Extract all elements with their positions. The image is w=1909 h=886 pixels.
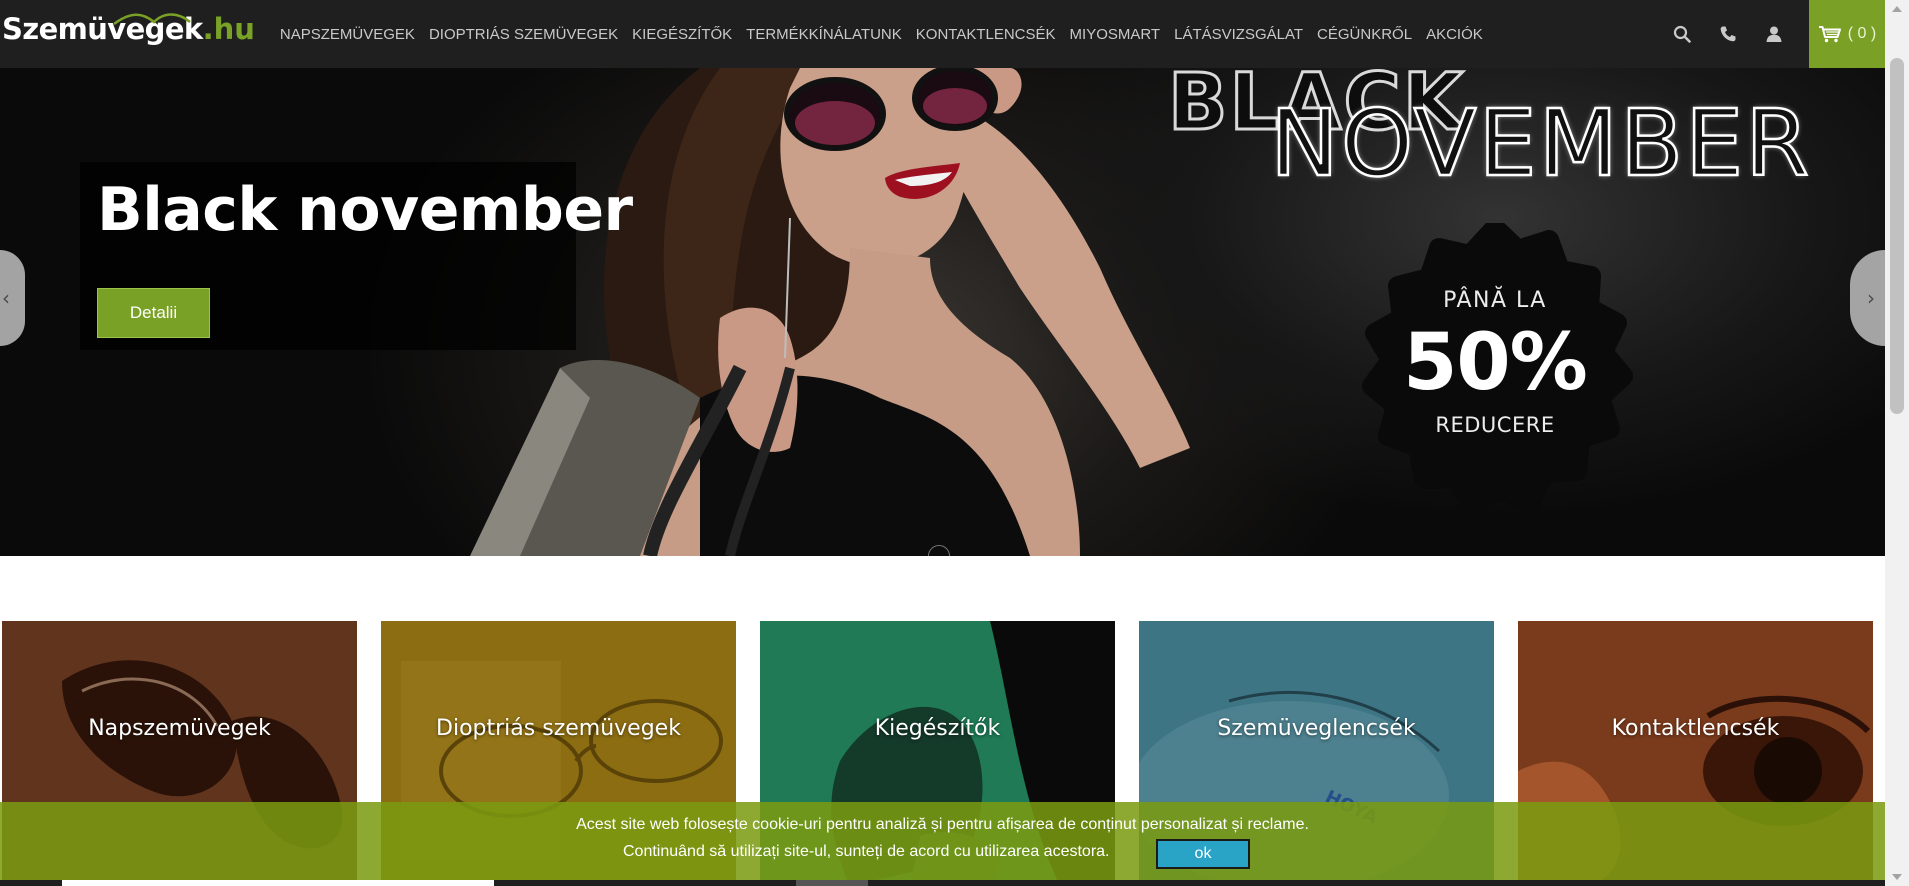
cart-count: ( 0 ): [1847, 25, 1877, 42]
nav-item-napszemuvegek[interactable]: NAPSZEMÜVEGEK: [273, 26, 422, 43]
category-label: Dioptriás szemüvegek: [436, 716, 681, 741]
logo-text: Szemüvegek: [2, 12, 203, 46]
logo-tld: .hu: [202, 12, 255, 46]
badge-bottom-text: REDUCERE: [1435, 413, 1555, 437]
scrollbar[interactable]: [1885, 0, 1909, 886]
hero-title: Black november: [97, 175, 633, 245]
cookie-banner: Acest site web folosește cookie-uri pent…: [0, 802, 1885, 880]
category-label: Kontaktlencsék: [1611, 716, 1780, 741]
category-label: Napszemüvegek: [88, 716, 271, 741]
nav-item-dioptrias-szemuvegek[interactable]: DIOPTRIÁS SZEMÜVEGEK: [422, 26, 625, 43]
nav-item-miyosmart[interactable]: MIYOSMART: [1063, 26, 1168, 43]
banner-november-text: NOVEMBER: [1269, 89, 1812, 199]
chevron-left-icon: ‹: [2, 286, 10, 310]
logo-swoosh-icon: [113, 13, 191, 26]
page: Szemüvegek .hu NAPSZEMÜVEGEK DIOPTRIÁS S…: [0, 0, 1909, 886]
nav-item-latasvizsgalat[interactable]: LÁTÁSVIZSGÁLAT: [1167, 26, 1310, 43]
cookie-message-line1: Acest site web folosește cookie-uri pent…: [576, 816, 1309, 833]
phone-icon[interactable]: [1705, 0, 1751, 68]
scroll-up-icon[interactable]: [1885, 0, 1909, 18]
hero-slider: Black november Detalii BLACK NOVEMBER PÂ…: [0, 68, 1885, 556]
nav-item-kiegeszitok[interactable]: KIEGÉSZÍTŐK: [625, 26, 739, 43]
cart-icon: [1818, 26, 1841, 43]
category-label: Szemüveglencsék: [1217, 716, 1416, 741]
header-tools: [1659, 0, 1797, 68]
slider-prev-button[interactable]: ‹: [0, 250, 25, 346]
badge-percent: 50%: [1403, 318, 1588, 408]
scrollbar-thumb[interactable]: [1890, 58, 1904, 414]
search-icon[interactable]: [1659, 0, 1705, 68]
nav-item-akciok[interactable]: AKCIÓK: [1419, 26, 1490, 43]
user-icon[interactable]: [1751, 0, 1797, 68]
chevron-right-icon: ›: [1867, 286, 1875, 310]
cookie-ok-button[interactable]: ok: [1156, 839, 1250, 869]
logo[interactable]: Szemüvegek .hu: [2, 0, 255, 68]
nav-item-termekkinalatunk[interactable]: TERMÉKKÍNÁLATUNK: [739, 26, 909, 43]
scroll-down-icon[interactable]: [1885, 868, 1909, 886]
nav-item-cegunkrol[interactable]: CÉGÜNKRŐL: [1310, 26, 1419, 43]
top-navigation: Szemüvegek .hu NAPSZEMÜVEGEK DIOPTRIÁS S…: [0, 0, 1885, 68]
nav-item-kontaktlencsek[interactable]: KONTAKTLENCSÉK: [909, 26, 1063, 43]
cart-button[interactable]: ( 0 ): [1809, 0, 1885, 68]
badge-top-text: PÂNĂ LA: [1443, 288, 1547, 313]
cookie-message-line2: Continuând să utilizați site-ul, sunteți…: [623, 843, 1110, 860]
main-nav: NAPSZEMÜVEGEK DIOPTRIÁS SZEMÜVEGEK KIEGÉ…: [273, 0, 1490, 68]
footer-strip-gray: [796, 880, 868, 886]
hero-details-button[interactable]: Detalii: [97, 288, 210, 338]
category-label: Kiegészítők: [874, 716, 1001, 741]
footer-strip-white: [62, 880, 494, 886]
